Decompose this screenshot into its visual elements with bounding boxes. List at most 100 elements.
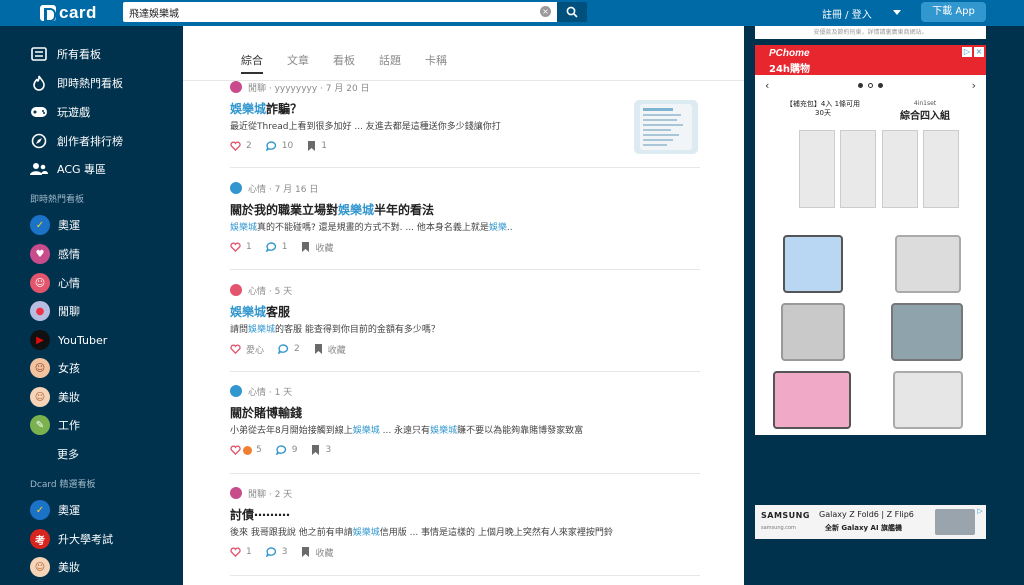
comment-count[interactable]: 9: [275, 445, 297, 455]
sidebar-item-label: 升大學考試: [58, 533, 113, 546]
tablet-product-image[interactable]: [891, 303, 963, 361]
sidebar-item-youtuber[interactable]: ▶ YouTuber: [30, 329, 107, 351]
tab-posts[interactable]: 文章: [287, 52, 309, 74]
search-icon: [566, 6, 578, 18]
post-item[interactable]: 閒聊 · yyyyyyyy · 7 月 20 日 娛樂城詐騙？ 最近從Threa…: [230, 80, 700, 153]
search-input[interactable]: [129, 6, 529, 18]
tab-topics[interactable]: 話題: [379, 52, 401, 74]
post-stats: 1 1 收藏: [230, 240, 700, 254]
ad-choices-icon[interactable]: ▷: [976, 507, 984, 515]
save-count[interactable]: 3: [311, 445, 331, 455]
like-count[interactable]: 1: [230, 547, 252, 557]
sidebar-item-makeup[interactable]: ☺ 美妝: [30, 386, 80, 408]
sidebar-item-creator-ranking[interactable]: 創作者排行榜: [30, 130, 123, 152]
ad-notice-banner[interactable]: 安優款及節約刑東，詳情請裏廣東商網站。: [755, 26, 986, 39]
excerpt-text: 後來 我哥跟我說 他之前有申請: [230, 528, 353, 538]
carousel-prev-icon[interactable]: ‹: [765, 79, 769, 92]
comment-count[interactable]: 3: [265, 547, 287, 557]
post-divider: [230, 371, 700, 372]
post-title[interactable]: 關於我的職業立場對娛樂城半年的看法: [230, 201, 700, 218]
carousel-next-icon[interactable]: ›: [972, 79, 976, 92]
tablet-product-image[interactable]: [893, 371, 963, 429]
save-count[interactable]: 收藏: [314, 343, 346, 356]
comment-count[interactable]: 1: [265, 242, 287, 252]
search-button[interactable]: [557, 2, 587, 22]
carousel-dot[interactable]: [878, 83, 883, 88]
post-stats: 2 10 1: [230, 139, 700, 153]
save-count-text: 收藏: [315, 548, 334, 559]
sidebar-item-college-exam[interactable]: 考 升大學考試: [30, 528, 113, 550]
download-app-button[interactable]: 下載 App: [921, 2, 986, 22]
excerpt-text: 信用版 ... 事情是這樣的 上個月晚上突然有人來家裡按門鈴: [379, 528, 613, 538]
dcard-logo[interactable]: card: [40, 3, 97, 23]
save-count[interactable]: 1: [307, 141, 327, 151]
samsung-ad[interactable]: SAMSUNG samsung.com Galaxy Z Fold6 | Z F…: [755, 505, 986, 539]
post-excerpt: 娛樂城真的不能碰嗎? 還是規畫的方式不對. ... 他本身名義上就是娛樂..: [230, 220, 700, 234]
post-title[interactable]: 娛樂城詐騙？: [230, 100, 700, 117]
sidebar-item-acg[interactable]: ACG 專區: [30, 158, 106, 180]
sidebar-item-mood[interactable]: ☺ 心情: [30, 272, 80, 294]
pchome-brand: PChome: [769, 48, 810, 59]
like-count[interactable]: 5: [230, 445, 262, 455]
tablet-product-image[interactable]: [895, 235, 961, 293]
tablet-product-image[interactable]: [773, 371, 851, 429]
tab-personas[interactable]: 卡稱: [425, 52, 447, 74]
post-item[interactable]: 閒聊 · 2 天 討債⋯⋯⋯ 後來 我哥跟我說 他之前有申請娛樂城信用版 ...…: [230, 486, 700, 559]
sidebar-item-games[interactable]: 玩遊戲: [30, 101, 90, 123]
excerpt-highlight: 娛樂城: [230, 223, 258, 233]
logo-text: card: [59, 3, 97, 22]
comment-count[interactable]: 10: [265, 141, 293, 151]
sidebar-item-hot-boards[interactable]: 即時熱門看板: [30, 72, 123, 94]
comment-count[interactable]: 2: [278, 344, 300, 354]
board-avatar-icon: ●: [30, 301, 50, 321]
sidebar-item-featured-makeup[interactable]: ☺ 美妝: [30, 556, 80, 578]
tab-boards[interactable]: 看板: [333, 52, 355, 74]
clear-search-icon[interactable]: ×: [540, 6, 551, 17]
post-title[interactable]: 關於賭博輸錢: [230, 404, 700, 421]
post-title[interactable]: 討債⋯⋯⋯: [230, 506, 700, 523]
sidebar-item-relationship[interactable]: ♥ 感情: [30, 243, 80, 265]
close-ad-icon[interactable]: ×: [974, 47, 984, 57]
login-link[interactable]: 註冊 / 登入: [822, 6, 872, 21]
bookmark-icon: [302, 547, 310, 557]
sidebar-item-girls[interactable]: ☺ 女孩: [30, 357, 80, 379]
bookmark-icon: [314, 344, 322, 354]
like-count[interactable]: 愛心: [230, 343, 264, 356]
comment-icon: [265, 547, 276, 557]
tab-all[interactable]: 綜合: [241, 52, 263, 74]
heart-icon: [230, 547, 241, 557]
more-boards-link[interactable]: 更多: [57, 443, 79, 465]
post-item[interactable]: 心情 · 7 月 16 日 關於我的職業立場對娛樂城半年的看法 娛樂城真的不能碰…: [230, 181, 700, 254]
gamepad-icon: [30, 103, 48, 121]
save-count[interactable]: 收藏: [301, 546, 333, 559]
sidebar-item-label: 奧運: [58, 504, 80, 517]
board-avatar-icon: ☺: [30, 358, 50, 378]
board-avatar-icon: [230, 487, 242, 499]
chevron-down-icon[interactable]: [893, 10, 901, 15]
post-meta: 心情 · 7 月 16 日: [230, 181, 700, 195]
save-count[interactable]: 收藏: [301, 241, 333, 254]
carousel-dot[interactable]: [868, 83, 873, 88]
carousel-dot[interactable]: [858, 83, 863, 88]
like-count[interactable]: 2: [230, 141, 252, 151]
search-results-panel: 綜合 文章 看板 話題 卡稱 閒聊 · yyyyyyyy · 7 月 20 日 …: [183, 26, 744, 585]
top-bar: card × 註冊 / 登入 下載 App: [0, 0, 1024, 26]
ad-choices-icon[interactable]: ▷: [962, 47, 972, 57]
board-avatar-icon: ✎: [30, 415, 50, 435]
post-thumbnail[interactable]: [634, 100, 698, 154]
flame-icon: [30, 74, 48, 92]
like-count[interactable]: 1: [230, 242, 252, 252]
sidebar-item-work[interactable]: ✎ 工作: [30, 414, 80, 436]
pchome-ad[interactable]: PChome 24h購物 ▷ × ‹ › 【補充包】4入 1條可用30天 4in…: [755, 45, 986, 435]
post-divider: [230, 167, 700, 168]
sidebar-item-all-boards[interactable]: 所有看板: [30, 43, 101, 65]
post-item[interactable]: 心情 · 1 天 關於賭博輸錢 小弟從去年8月開始接觸到線上娛樂城 ... 永遠…: [230, 384, 700, 457]
board-avatar-icon: ✓: [30, 215, 50, 235]
sidebar-item-featured-olympics[interactable]: ✓ 奧運: [30, 499, 80, 521]
sidebar-item-chat[interactable]: ● 閒聊: [30, 300, 80, 322]
tablet-product-image[interactable]: [781, 303, 845, 361]
sidebar-item-olympics[interactable]: ✓ 奧運: [30, 214, 80, 236]
post-title[interactable]: 娛樂城客服: [230, 303, 700, 320]
tablet-product-image[interactable]: [783, 235, 843, 293]
post-item[interactable]: 心情 · 5 天 娛樂城客服 請問娛樂城的客服 能查得到你目前的金額有多少嗎？ …: [230, 283, 700, 356]
